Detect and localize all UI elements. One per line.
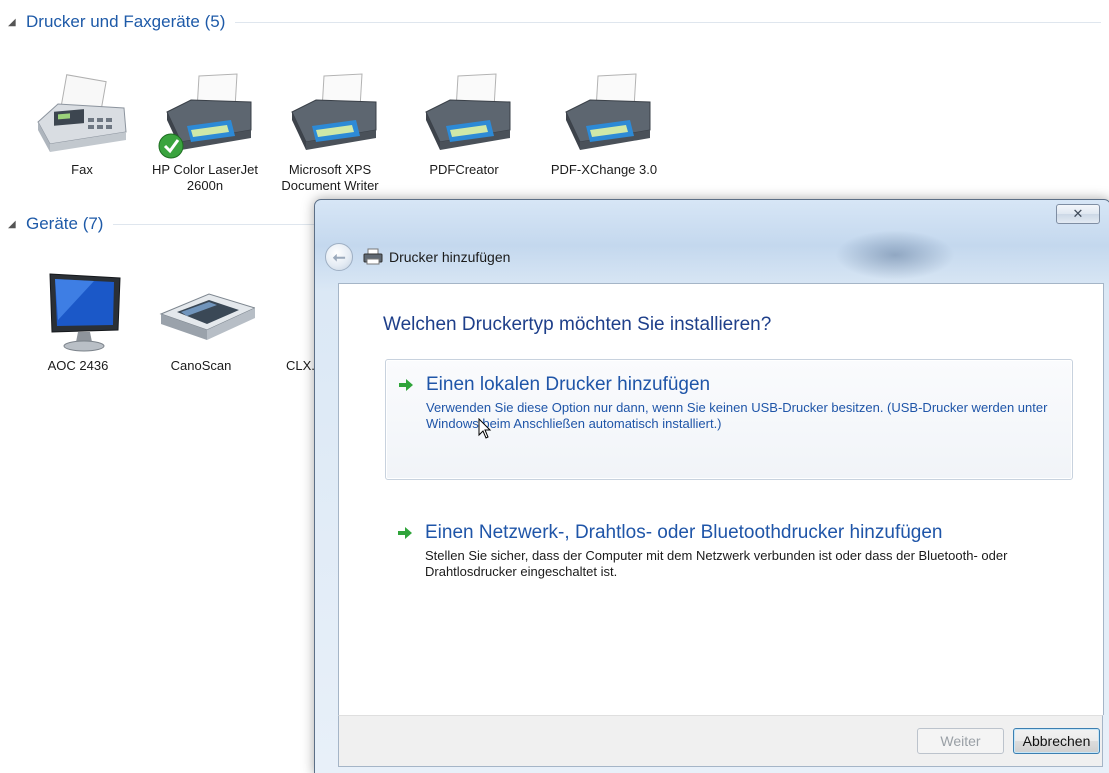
- device-label: Fax: [71, 162, 93, 177]
- group-header-printers[interactable]: ◢ Drucker und Faxgeräte (5): [8, 10, 1101, 34]
- option-title: Einen Netzwerk-, Drahtlos- oder Bluetoot…: [425, 522, 943, 543]
- device-label: CanoScan: [170, 358, 232, 373]
- device-pdfcreator[interactable]: PDFCreator: [400, 72, 528, 178]
- device-pdf-xchange[interactable]: PDF-XChange 3.0: [540, 72, 668, 178]
- close-icon: ✕: [1072, 206, 1084, 222]
- device-label: PDFCreator: [429, 162, 499, 177]
- scanner-icon: [159, 293, 255, 340]
- back-arrow-icon: ⭠: [332, 247, 346, 266]
- printer-icon: [158, 73, 252, 159]
- collapse-triangle-icon[interactable]: ◢: [8, 219, 22, 230]
- back-button[interactable]: ⭠: [325, 243, 353, 271]
- device-fax[interactable]: Fax: [18, 72, 146, 178]
- dialog-title: Drucker hinzufügen: [389, 249, 511, 265]
- monitor-icon: [49, 273, 121, 352]
- navigation-bar: ⭠ Drucker hinzufügen: [325, 242, 1100, 272]
- printer-icon: [363, 248, 383, 265]
- device-label: PDF-XChange 3.0: [550, 162, 658, 177]
- printer-icon: [565, 73, 651, 150]
- device-canoscan[interactable]: CanoScan: [137, 268, 265, 374]
- option-local-printer[interactable]: Einen lokalen Drucker hinzufügen Verwend…: [385, 359, 1073, 480]
- devices-and-printers-window: ◢ Drucker und Faxgeräte (5) Fax HP Color…: [0, 0, 1109, 773]
- dialog-content: Welchen Druckertyp möchten Sie installie…: [338, 283, 1104, 715]
- device-label: HP Color LaserJet 2600n: [152, 162, 258, 193]
- option-description: Stellen Sie sicher, dass der Computer mi…: [425, 548, 1008, 579]
- option-description: Verwenden Sie diese Option nur dann, wen…: [426, 400, 1048, 431]
- printer-icon: [425, 73, 511, 150]
- cancel-button[interactable]: Abbrechen: [1013, 728, 1100, 754]
- dialog-footer: Weiter Abbrechen: [338, 715, 1103, 767]
- device-label: AOC 2436: [47, 358, 109, 373]
- group-title: Geräte (7): [26, 214, 104, 233]
- device-aoc-2436[interactable]: AOC 2436: [14, 268, 142, 374]
- page-heading: Welchen Druckertyp möchten Sie installie…: [383, 314, 772, 335]
- green-arrow-icon: [398, 527, 412, 539]
- printer-icon: [291, 73, 377, 150]
- green-arrow-icon: [399, 379, 413, 391]
- group-header-devices[interactable]: ◢ Geräte (7): [8, 212, 319, 236]
- next-button[interactable]: Weiter: [917, 728, 1004, 754]
- divider: [235, 21, 1101, 23]
- group-title: Drucker und Faxgeräte (5): [26, 12, 226, 31]
- add-printer-dialog: ✕ ⭠ Drucker hinzufügen Welchen Druckerty…: [314, 199, 1109, 773]
- device-hp-color-laserjet[interactable]: HP Color LaserJet 2600n: [141, 72, 269, 194]
- device-microsoft-xps[interactable]: Microsoft XPS Document Writer: [266, 72, 394, 194]
- device-label: Microsoft XPS Document Writer: [281, 162, 379, 193]
- close-button[interactable]: ✕: [1056, 204, 1100, 224]
- collapse-triangle-icon[interactable]: ◢: [8, 17, 22, 28]
- divider: [113, 223, 319, 225]
- fax-icon: [37, 74, 127, 152]
- option-network-printer[interactable]: Einen Netzwerk-, Drahtlos- oder Bluetoot…: [385, 508, 1073, 608]
- option-title: Einen lokalen Drucker hinzufügen: [426, 374, 711, 395]
